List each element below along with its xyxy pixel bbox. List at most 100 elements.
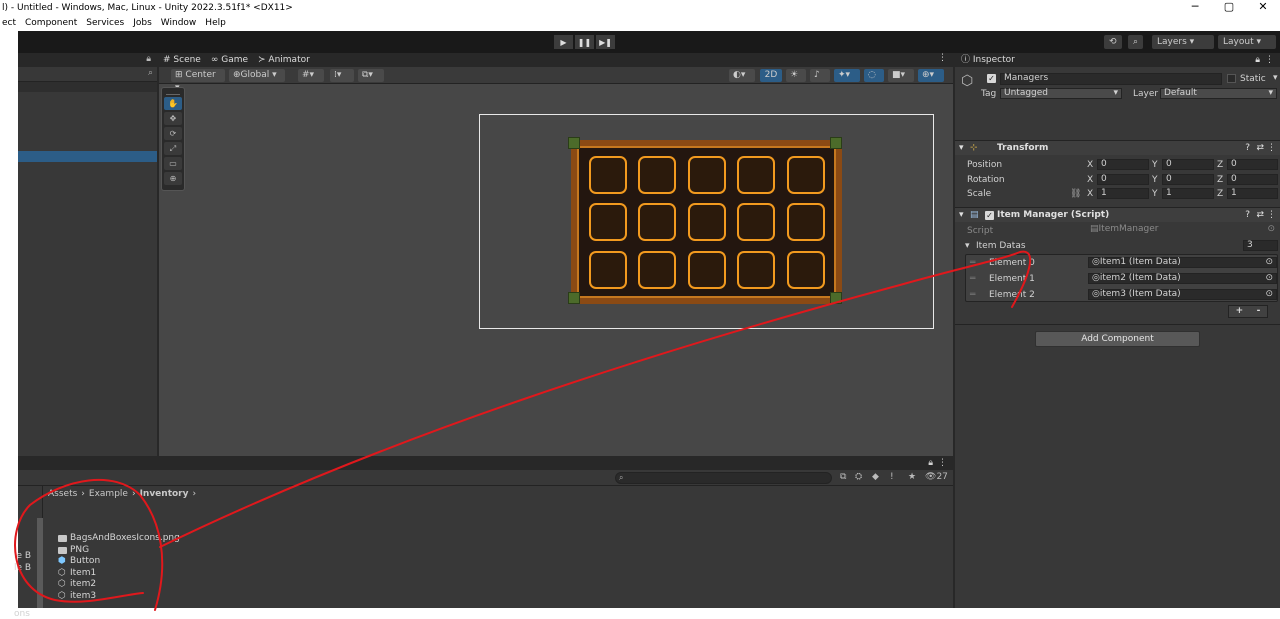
active-checkbox[interactable]: ✓ — [987, 74, 996, 83]
inventory-slot[interactable] — [786, 155, 825, 194]
increment-icon[interactable]: ⧉▾ — [358, 69, 384, 82]
rotation-y-field[interactable]: 0 — [1162, 174, 1214, 185]
position-y-label[interactable]: Y — [1152, 158, 1158, 172]
rotate-tool-icon[interactable]: ⟳ — [164, 127, 182, 140]
list-item[interactable]: ⬢ Button — [58, 556, 100, 567]
position-x-label[interactable]: X — [1087, 158, 1093, 172]
snap-icon[interactable]: ⁞▾ — [330, 69, 354, 82]
layer-dropdown[interactable]: Default ▾ — [1160, 88, 1277, 99]
layout-dropdown[interactable]: Layout ▾ — [1218, 35, 1276, 49]
draw-mode-icon[interactable]: ◐▾ — [729, 69, 755, 82]
link-icon[interactable]: ⛓ — [1070, 187, 1081, 201]
rotation-label[interactable]: Rotation — [967, 173, 1005, 187]
lock-icon[interactable]: 🔒︎ — [1255, 53, 1260, 67]
close-button[interactable]: ✕ — [1246, 0, 1280, 16]
foldout-icon[interactable]: ▾ — [959, 208, 964, 223]
transform-tool-icon[interactable]: ⊕ — [164, 172, 182, 185]
hierarchy-search[interactable]: ⌕ — [18, 67, 157, 82]
effects-icon[interactable]: ✦▾ — [834, 69, 860, 82]
list-label[interactable]: Item Datas — [976, 239, 1026, 253]
tree-scrollbar[interactable] — [37, 518, 43, 608]
object-name-field[interactable]: Managers — [1000, 73, 1222, 85]
hand-tool-icon[interactable]: ✋ — [164, 97, 182, 110]
rotation-y-label[interactable]: Y — [1152, 173, 1158, 187]
inventory-slot[interactable] — [588, 155, 627, 194]
more-icon[interactable]: ⋮ — [1267, 141, 1276, 156]
inventory-slot[interactable] — [638, 203, 676, 241]
scale-y-label[interactable]: Y — [1152, 187, 1158, 201]
layers-dropdown[interactable]: Layers ▾ — [1152, 35, 1214, 49]
lighting-icon[interactable]: ☀ — [786, 69, 806, 82]
lock-icon[interactable]: 🔒︎ — [146, 54, 151, 64]
list-item[interactable]: BagsAndBoxesIcons.png — [58, 533, 180, 544]
breadcrumb-example[interactable]: Example — [89, 489, 128, 499]
list-count-field[interactable]: 3 — [1243, 240, 1278, 251]
element-label[interactable]: Element 2 — [989, 288, 1035, 302]
presets-icon[interactable]: ⇄ — [1256, 141, 1264, 156]
step-icon[interactable]: ▶❚ — [596, 35, 615, 49]
scale-z-field[interactable]: 1 — [1227, 188, 1278, 199]
add-element-button[interactable]: + — [1236, 306, 1244, 317]
pivot-dropdown[interactable]: ⊞ Center ▾ — [171, 69, 225, 93]
palette-handle[interactable] — [166, 90, 180, 95]
scale-z-label[interactable]: Z — [1217, 187, 1223, 201]
scale-x-field[interactable]: 1 — [1097, 188, 1149, 199]
lock-icon[interactable]: 🔒︎ — [928, 458, 933, 468]
add-component-button[interactable]: Add Component — [1035, 331, 1200, 347]
enabled-checkbox[interactable]: ✓ — [985, 211, 994, 220]
element-field[interactable]: ◎item3 (Item Data) ⊙ — [1088, 289, 1277, 300]
move-tool-icon[interactable]: ✥ — [164, 112, 182, 125]
list-item[interactable]: ⬡ item2 — [58, 579, 96, 590]
breadcrumb-inventory[interactable]: Inventory — [140, 489, 189, 499]
tab-scene[interactable]: # Scene — [163, 55, 201, 65]
target-icon[interactable]: ⊙ — [1265, 258, 1273, 267]
item-manager-header[interactable]: ▾ ▤ ✓ Item Manager (Script) ? ⇄ ⋮ — [955, 207, 1280, 222]
inventory-slot[interactable] — [638, 155, 676, 194]
list-item[interactable]: PNG — [58, 545, 89, 556]
minimize-button[interactable]: ─ — [1178, 0, 1212, 16]
inventory-slot[interactable] — [737, 250, 775, 289]
tag-dropdown[interactable]: Untagged ▾ — [1000, 88, 1122, 99]
space-dropdown[interactable]: ⊕Global ▾ — [229, 69, 285, 82]
hierarchy-scene-row[interactable] — [18, 82, 157, 92]
menu-jobs[interactable]: Jobs — [133, 16, 152, 31]
inventory-slot[interactable] — [588, 250, 627, 289]
position-x-field[interactable]: 0 — [1097, 159, 1149, 170]
pause-icon[interactable]: ❚❚ — [575, 35, 594, 49]
scale-label[interactable]: Scale — [967, 187, 991, 201]
favorite-icon[interactable]: ★ — [908, 472, 916, 482]
scale-x-label[interactable]: X — [1087, 187, 1093, 201]
tree-item-label[interactable]: ons — [14, 609, 30, 619]
position-label[interactable]: Position — [967, 158, 1002, 172]
inventory-slot[interactable] — [588, 203, 627, 241]
inventory-slot[interactable] — [737, 155, 775, 194]
menu-help[interactable]: Help — [205, 16, 226, 31]
search-icon[interactable]: ⌕ — [148, 68, 153, 78]
menu-window[interactable]: Window — [161, 16, 197, 31]
tab-animator[interactable]: ≻ Animator — [258, 55, 310, 65]
target-icon[interactable]: ⊙ — [1265, 274, 1273, 283]
foldout-icon[interactable]: ▾ — [959, 141, 964, 156]
inventory-slot[interactable] — [687, 250, 726, 289]
camera-icon[interactable]: ■▾ — [888, 69, 914, 82]
element-field[interactable]: ◎item2 (Item Data) ⊙ — [1088, 273, 1277, 284]
scale-tool-icon[interactable]: ⤢ — [164, 142, 182, 155]
inventory-slot[interactable] — [737, 203, 775, 241]
play-icon[interactable]: ▶ — [554, 35, 573, 49]
rotation-x-label[interactable]: X — [1087, 173, 1093, 187]
more-icon[interactable]: ⋮ — [1267, 208, 1276, 223]
drag-handle-icon[interactable]: ═ — [970, 288, 975, 302]
menu-services[interactable]: Services — [86, 16, 124, 31]
help-icon[interactable]: ? — [1245, 141, 1250, 156]
tree-item-label[interactable]: le B — [14, 563, 31, 573]
drag-handle-icon[interactable]: ═ — [970, 256, 975, 270]
remove-element-button[interactable]: - — [1257, 306, 1261, 317]
static-dropdown-icon[interactable]: ▾ — [1273, 73, 1278, 83]
element-label[interactable]: Element 0 — [989, 256, 1035, 270]
breadcrumb-assets[interactable]: Assets — [48, 489, 77, 499]
more-icon[interactable]: ⋮ — [938, 53, 947, 63]
inventory-slot[interactable] — [687, 155, 726, 194]
element-label[interactable]: Element 1 — [989, 272, 1035, 286]
list-foldout-icon[interactable]: ▾ — [965, 239, 970, 253]
position-z-field[interactable]: 0 — [1227, 159, 1278, 170]
